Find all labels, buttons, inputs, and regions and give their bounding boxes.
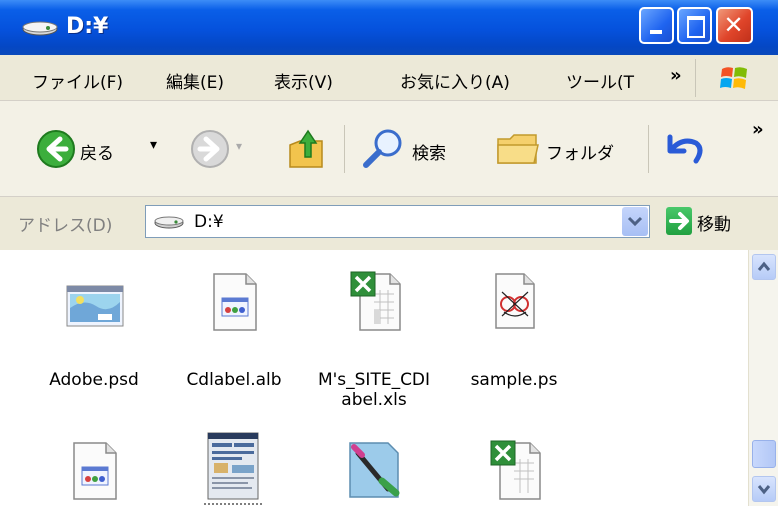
alb-document-icon — [213, 273, 257, 331]
forward-arrow-icon[interactable] — [190, 129, 230, 169]
close-icon: ✕ — [723, 11, 744, 39]
drive-icon — [22, 21, 58, 36]
toolbar-divider — [648, 125, 649, 173]
scroll-up-button[interactable] — [752, 254, 776, 280]
address-dropdown-button[interactable] — [622, 207, 648, 236]
search-button-label[interactable]: 検索 — [412, 139, 446, 164]
go-button[interactable] — [666, 207, 692, 235]
minimize-icon — [650, 30, 662, 34]
address-value: D:¥ — [194, 212, 224, 232]
scroll-down-button[interactable] — [752, 476, 776, 502]
address-input[interactable]: D:¥ — [145, 205, 650, 238]
chevron-down-icon — [757, 485, 771, 495]
scroll-thumb[interactable] — [752, 440, 776, 468]
minimize-button[interactable] — [639, 7, 674, 44]
file-name: Adobe.psd — [49, 370, 139, 390]
vertical-scrollbar[interactable] — [748, 250, 778, 506]
window-title: D:¥ — [66, 14, 109, 39]
file-name: M's_SITE_CDI abel.xls — [317, 370, 431, 410]
alb-document-icon — [73, 442, 117, 500]
toolbar-overflow-chevron[interactable]: » — [752, 119, 764, 140]
toolbar: 戻る ▾ ▾ 検索 フォルダ » — [0, 101, 778, 197]
toolbar-divider — [344, 125, 345, 173]
chevron-down-icon — [627, 216, 643, 227]
go-arrow-icon — [669, 212, 689, 230]
file-name: sample.ps — [470, 370, 558, 390]
up-folder-icon[interactable] — [286, 127, 326, 171]
menu-favorites[interactable]: お気に入り(A) — [400, 68, 510, 93]
address-bar: アドレス(D) D:¥ 移動 — [0, 197, 778, 250]
menu-edit[interactable]: 編集(E) — [166, 68, 224, 93]
menu-divider — [695, 59, 696, 97]
back-arrow-icon[interactable] — [36, 129, 76, 169]
maximize-button[interactable] — [677, 7, 712, 44]
go-button-label[interactable]: 移動 — [697, 210, 731, 235]
close-button[interactable]: ✕ — [716, 7, 753, 44]
menu-overflow-chevron[interactable]: » — [670, 65, 682, 86]
folders-icon[interactable] — [496, 131, 540, 167]
back-dropdown-arrow[interactable]: ▾ — [150, 137, 157, 153]
folders-button-label[interactable]: フォルダ — [546, 139, 614, 164]
forward-dropdown-arrow: ▾ — [236, 139, 243, 153]
paint-image-icon — [349, 442, 400, 498]
title-bar[interactable]: D:¥ ✕ — [0, 0, 778, 55]
menu-file[interactable]: ファイル(F) — [32, 68, 123, 93]
file-list-pane[interactable]: Adobe.psd Cdlabel.alb M's_SITE_CDI abel.x… — [0, 250, 748, 506]
excel-file-icon — [350, 271, 401, 331]
ps-file-icon — [495, 273, 535, 329]
menu-bar: ファイル(F) 編集(E) 表示(V) お気に入り(A) ツール(T » — [0, 55, 778, 101]
back-button-label[interactable]: 戻る — [80, 139, 114, 164]
excel-file-icon — [490, 440, 541, 500]
psd-image-icon — [66, 285, 124, 327]
thumbnail-image-icon — [204, 432, 262, 505]
menu-view[interactable]: 表示(V) — [274, 68, 333, 93]
file-name: Cdlabel.alb — [186, 370, 282, 390]
undo-icon[interactable] — [664, 131, 706, 167]
search-icon[interactable] — [360, 127, 406, 171]
address-label: アドレス(D) — [18, 216, 113, 236]
drive-icon — [154, 216, 184, 229]
windows-logo-icon — [720, 67, 747, 89]
maximize-icon — [687, 16, 705, 38]
chevron-up-icon — [757, 261, 771, 271]
menu-tools[interactable]: ツール(T — [566, 68, 634, 93]
